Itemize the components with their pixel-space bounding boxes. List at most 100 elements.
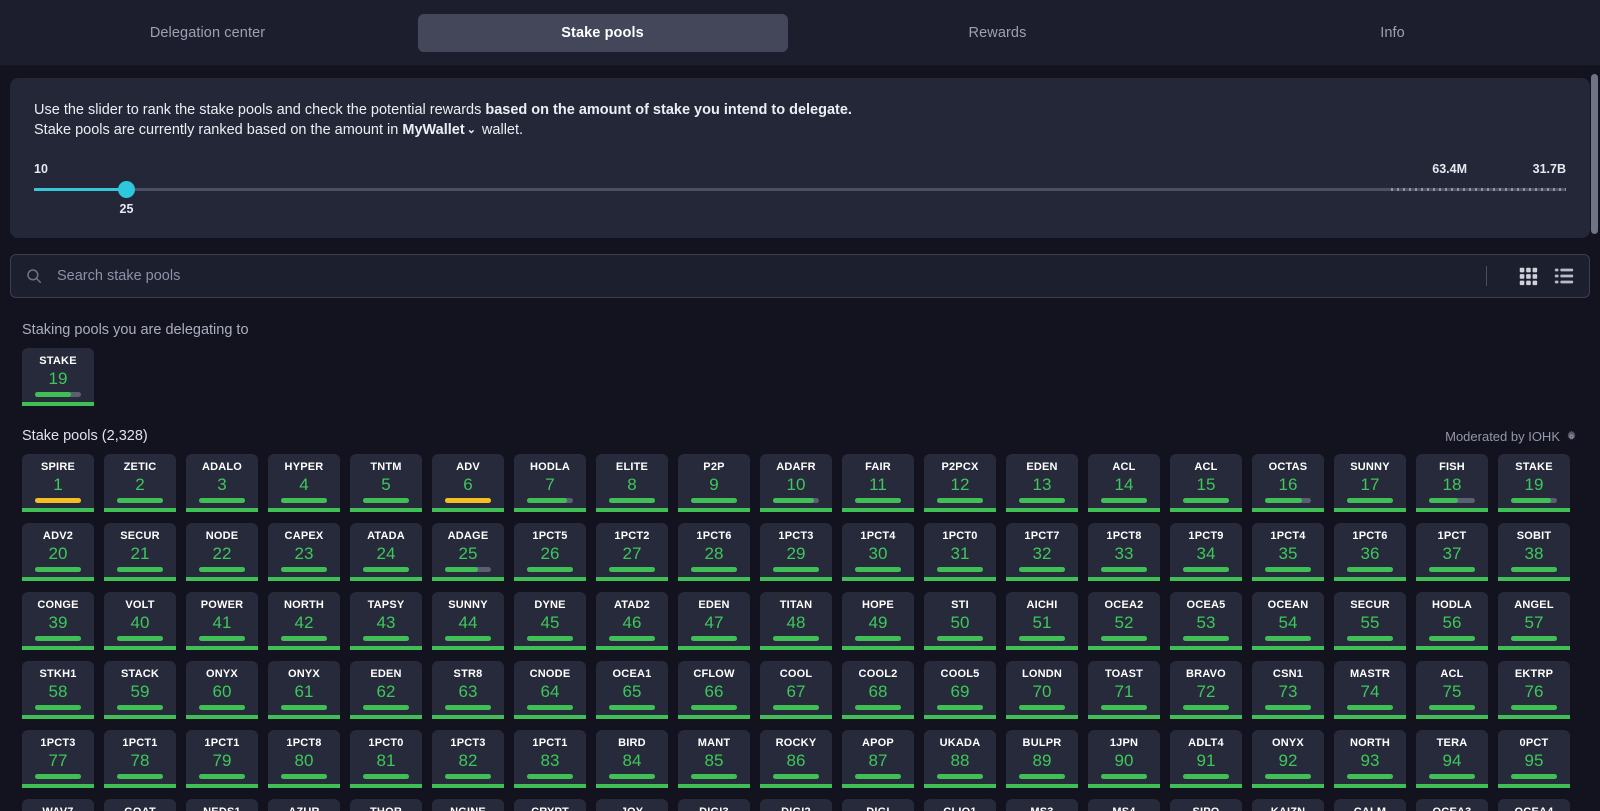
stake-pool-tile[interactable]: AICHI 51	[1006, 592, 1078, 650]
stake-pool-tile[interactable]: DIGI	[842, 799, 914, 811]
stake-pool-tile[interactable]: WAV7	[22, 799, 94, 811]
stake-pool-tile[interactable]: OCEA1 65	[596, 661, 668, 719]
stake-pool-tile[interactable]: ACL 14	[1088, 454, 1160, 512]
stake-pool-tile[interactable]: 1PCT6 36	[1334, 523, 1406, 581]
stake-pool-tile[interactable]: ADAFR 10	[760, 454, 832, 512]
stake-pool-tile[interactable]: ONYX 61	[268, 661, 340, 719]
stake-pool-tile[interactable]: 1PCT4 35	[1252, 523, 1324, 581]
stake-pool-tile[interactable]: OCEA2 52	[1088, 592, 1160, 650]
stake-pool-tile[interactable]: AZUR	[268, 799, 340, 811]
page-scrollbar[interactable]	[1591, 66, 1598, 811]
stake-pool-tile[interactable]: CFLOW 66	[678, 661, 750, 719]
stake-pool-tile[interactable]: COOL5 69	[924, 661, 996, 719]
stake-pool-tile[interactable]: NGINE	[432, 799, 504, 811]
stake-pool-tile[interactable]: BULPR 89	[1006, 730, 1078, 788]
stake-pool-tile[interactable]: OCEA5 53	[1170, 592, 1242, 650]
stake-pool-tile[interactable]: P2P 9	[678, 454, 750, 512]
stake-pool-tile[interactable]: 1PCT1 83	[514, 730, 586, 788]
stake-pool-tile[interactable]: TAPSY 43	[350, 592, 422, 650]
stake-pool-tile[interactable]: STR8 63	[432, 661, 504, 719]
stake-pool-tile[interactable]: DIGI2	[760, 799, 832, 811]
stake-pool-tile[interactable]: 1PCT1 78	[104, 730, 176, 788]
stake-pool-tile[interactable]: ANGEL 57	[1498, 592, 1570, 650]
stake-pool-tile[interactable]: TNTM 5	[350, 454, 422, 512]
stake-pool-tile[interactable]: FAIR 11	[842, 454, 914, 512]
stake-pool-tile[interactable]: SECUR 55	[1334, 592, 1406, 650]
stake-pool-tile[interactable]: HOPE 49	[842, 592, 914, 650]
stake-pool-tile[interactable]: ATADA 24	[350, 523, 422, 581]
stake-pool-tile[interactable]: HYPER 4	[268, 454, 340, 512]
stake-pool-tile[interactable]: CNODE 64	[514, 661, 586, 719]
chevron-down-icon[interactable]: ⌄	[467, 120, 476, 140]
stake-pool-tile[interactable]: STACK 59	[104, 661, 176, 719]
stake-pool-tile[interactable]: 1PCT2 27	[596, 523, 668, 581]
wallet-name[interactable]: MyWallet	[402, 122, 464, 138]
stake-pool-tile[interactable]: SUNNY 17	[1334, 454, 1406, 512]
stake-pool-tile[interactable]: TOAST 71	[1088, 661, 1160, 719]
stake-pool-tile[interactable]: EDEN 62	[350, 661, 422, 719]
stake-pool-tile[interactable]: LONDN 70	[1006, 661, 1078, 719]
stake-pool-tile[interactable]: 1PCT 37	[1416, 523, 1488, 581]
stake-pool-tile[interactable]: TITAN 48	[760, 592, 832, 650]
stake-pool-tile[interactable]: ADV 6	[432, 454, 504, 512]
stake-pool-tile[interactable]: OCEA4	[1498, 799, 1570, 811]
stake-pool-tile[interactable]: P2PCX 12	[924, 454, 996, 512]
stake-pool-tile[interactable]: ACL 75	[1416, 661, 1488, 719]
stake-pool-tile[interactable]: CAPEX 23	[268, 523, 340, 581]
stake-pool-tile[interactable]: EDEN 13	[1006, 454, 1078, 512]
stake-pool-tile[interactable]: 1PCT3 82	[432, 730, 504, 788]
stake-pool-tile[interactable]: VOLT 40	[104, 592, 176, 650]
stake-pool-tile[interactable]: SPIRE 1	[22, 454, 94, 512]
stake-pool-tile[interactable]: HODLA 56	[1416, 592, 1488, 650]
stake-pool-tile[interactable]: BRAVO 72	[1170, 661, 1242, 719]
stake-pool-tile[interactable]: 1PCT9 34	[1170, 523, 1242, 581]
stake-pool-tile[interactable]: ADLT4 91	[1170, 730, 1242, 788]
stake-pool-tile[interactable]: ACL 15	[1170, 454, 1242, 512]
tab-rewards[interactable]: Rewards	[800, 14, 1195, 52]
stake-pool-tile[interactable]: STAKE 19	[22, 348, 94, 406]
slider-handle[interactable]	[118, 181, 135, 198]
stake-pool-tile[interactable]: MASTR 74	[1334, 661, 1406, 719]
stake-pool-tile[interactable]: POWER 41	[186, 592, 258, 650]
stake-pool-tile[interactable]: ZETIC 2	[104, 454, 176, 512]
stake-pool-tile[interactable]: 1PCT5 26	[514, 523, 586, 581]
stake-pool-tile[interactable]: APOP 87	[842, 730, 914, 788]
stake-pool-tile[interactable]: CSN1 73	[1252, 661, 1324, 719]
stake-pool-tile[interactable]: ELITE 8	[596, 454, 668, 512]
stake-pool-tile[interactable]: 1PCT8 80	[268, 730, 340, 788]
stake-pool-tile[interactable]: ONYX 92	[1252, 730, 1324, 788]
grid-view-icon[interactable]	[1517, 265, 1539, 287]
stake-pool-tile[interactable]: NORTH 42	[268, 592, 340, 650]
stake-pool-tile[interactable]: THOR	[350, 799, 422, 811]
stake-pool-tile[interactable]: KAIZN	[1252, 799, 1324, 811]
stake-pool-tile[interactable]: CALM	[1334, 799, 1406, 811]
stake-pool-tile[interactable]: CRYPT	[514, 799, 586, 811]
stake-pool-tile[interactable]: STKH1 58	[22, 661, 94, 719]
stake-pool-tile[interactable]: 1PCT0 81	[350, 730, 422, 788]
stake-pool-tile[interactable]: NORTH 93	[1334, 730, 1406, 788]
stake-pool-tile[interactable]: MS3	[1006, 799, 1078, 811]
gear-icon[interactable]	[1565, 430, 1578, 443]
stake-pool-tile[interactable]: COOL 67	[760, 661, 832, 719]
list-view-icon[interactable]	[1553, 265, 1575, 287]
stake-pool-tile[interactable]: NEDS1	[186, 799, 258, 811]
search-bar[interactable]	[10, 254, 1590, 298]
stake-pool-tile[interactable]: JOY	[596, 799, 668, 811]
stake-pool-tile[interactable]: ADV2 20	[22, 523, 94, 581]
stake-pool-tile[interactable]: 0PCT 95	[1498, 730, 1570, 788]
stake-pool-tile[interactable]: SOBIT 38	[1498, 523, 1570, 581]
stake-pool-tile[interactable]: EKTRP 76	[1498, 661, 1570, 719]
scrollbar-thumb[interactable]	[1591, 74, 1598, 234]
tab-stake-pools[interactable]: Stake pools	[417, 13, 788, 52]
stake-pool-tile[interactable]: OCEAN 54	[1252, 592, 1324, 650]
stake-pool-tile[interactable]: CLIO1	[924, 799, 996, 811]
stake-pool-tile[interactable]: 1PCT7 32	[1006, 523, 1078, 581]
slider-track[interactable]	[34, 188, 1566, 191]
stake-pool-tile[interactable]: OCEA3	[1416, 799, 1488, 811]
stake-pool-tile[interactable]: EDEN 47	[678, 592, 750, 650]
stake-pool-tile[interactable]: HODLA 7	[514, 454, 586, 512]
stake-pool-tile[interactable]: MS4	[1088, 799, 1160, 811]
stake-pool-tile[interactable]: SECUR 21	[104, 523, 176, 581]
stake-pool-tile[interactable]: 1PCT0 31	[924, 523, 996, 581]
stake-pool-tile[interactable]: TERA 94	[1416, 730, 1488, 788]
